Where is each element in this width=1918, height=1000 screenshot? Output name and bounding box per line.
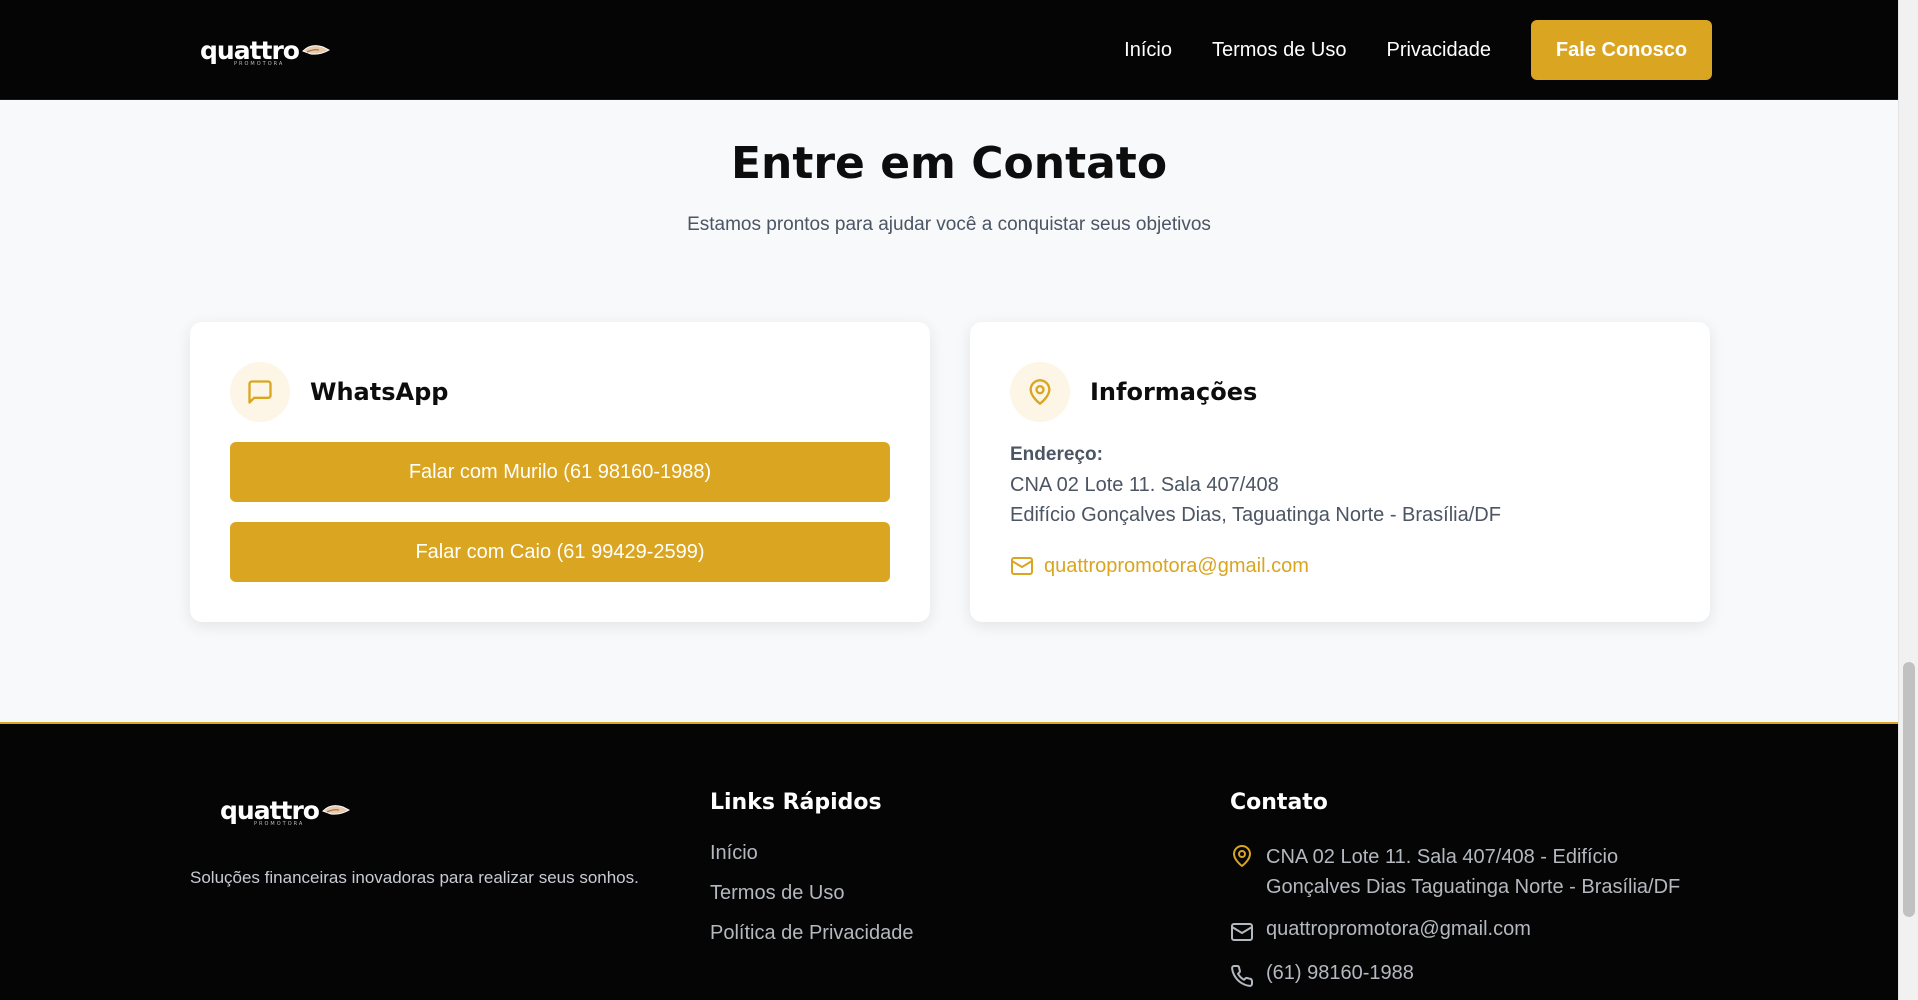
footer-email-link[interactable]: quattropromotora@gmail.com	[1230, 918, 1531, 944]
location-pin-icon	[1029, 379, 1051, 405]
footer-address: CNA 02 Lote 11. Sala 407/408 - Edifício …	[1230, 842, 1700, 902]
whatsapp-caio-button[interactable]: Falar com Caio (61 99429-2599)	[230, 522, 890, 582]
info-email-text: quattropromotora@gmail.com	[1044, 554, 1309, 577]
address-label: Endereço:	[1010, 444, 1103, 465]
footer-link-inicio[interactable]: Início	[710, 842, 758, 865]
nav-link-inicio[interactable]: Início	[1124, 39, 1172, 62]
main-nav: Início Termos de Uso Privacidade Fale Co…	[1124, 20, 1712, 80]
footer-link-termos[interactable]: Termos de Uso	[710, 882, 845, 905]
site-footer: quattro PROMOTORA Soluções financeiras i…	[0, 722, 1898, 1000]
mail-icon	[1231, 923, 1253, 941]
phone-icon	[1231, 964, 1254, 987]
scrollbar-thumb[interactable]	[1903, 662, 1915, 917]
footer-phone-link[interactable]: (61) 98160-1988	[1230, 962, 1414, 988]
footer-links-title: Links Rápidos	[710, 790, 882, 815]
nav-link-privacidade[interactable]: Privacidade	[1386, 39, 1491, 62]
location-icon-circle	[1010, 362, 1070, 422]
footer-logo[interactable]: quattro PROMOTORA	[220, 794, 351, 827]
footer-logo-subtext: PROMOTORA	[254, 821, 305, 827]
whatsapp-murilo-button[interactable]: Falar com Murilo (61 98160-1988)	[230, 442, 890, 502]
fale-conosco-button[interactable]: Fale Conosco	[1531, 20, 1712, 80]
chat-bubble-icon	[248, 380, 272, 404]
mail-icon	[1011, 557, 1033, 575]
header-logo[interactable]: quattro PROMOTORA	[200, 34, 331, 67]
contact-title: Entre em Contato	[730, 138, 1168, 189]
footer-phone-text: (61) 98160-1988	[1266, 962, 1414, 984]
page-scrollbar[interactable]	[1898, 0, 1918, 1000]
logo-hand-icon	[322, 805, 351, 815]
address-line-2: Edifício Gonçalves Dias, Taguatinga Nort…	[1010, 504, 1501, 526]
whatsapp-card: WhatsApp Falar com Murilo (61 98160-1988…	[190, 322, 930, 622]
footer-email-text: quattropromotora@gmail.com	[1266, 918, 1531, 940]
chat-icon-circle	[230, 362, 290, 422]
logo-subtext: PROMOTORA	[234, 61, 285, 67]
info-card-header: Informações	[1010, 362, 1257, 422]
info-title: Informações	[1090, 378, 1258, 406]
whatsapp-card-header: WhatsApp	[230, 362, 448, 422]
contact-subtitle: Estamos prontos para ajudar você a conqu…	[687, 214, 1211, 235]
address-line-1: CNA 02 Lote 11. Sala 407/408	[1010, 474, 1279, 496]
info-email-link[interactable]: quattropromotora@gmail.com	[1010, 554, 1309, 578]
nav-link-termos[interactable]: Termos de Uso	[1212, 39, 1347, 62]
location-pin-icon	[1233, 845, 1251, 867]
footer-tagline: Soluções financeiras inovadoras para rea…	[190, 868, 639, 887]
whatsapp-title: WhatsApp	[310, 378, 449, 406]
footer-link-privacidade[interactable]: Política de Privacidade	[710, 922, 913, 945]
info-card: Informações Endereço: CNA 02 Lote 11. Sa…	[970, 322, 1710, 622]
footer-address-text: CNA 02 Lote 11. Sala 407/408 - Edifício …	[1266, 846, 1681, 898]
logo-hand-icon	[302, 45, 331, 55]
site-header: quattro PROMOTORA Início Termos de Uso P…	[0, 0, 1898, 100]
footer-contact-title: Contato	[1230, 790, 1328, 815]
